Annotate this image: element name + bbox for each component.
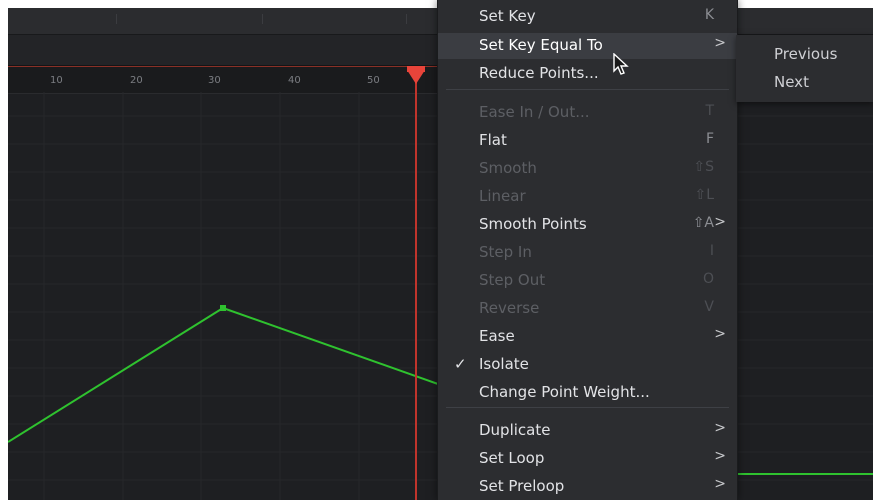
menu-item-label: Set Loop: [479, 449, 545, 467]
menu-item-label: Isolate: [479, 355, 529, 373]
menu-item-duplicate[interactable]: Duplicate >: [438, 418, 737, 444]
menu-item-label: Smooth: [479, 159, 537, 177]
menu-item-flat[interactable]: Flat F: [438, 128, 737, 154]
submenu-arrow-icon: >: [714, 214, 726, 230]
menu-item-set-key[interactable]: Set Key K: [438, 4, 737, 30]
menu-item-label: Smooth Points: [479, 215, 587, 233]
toolbar-divider: [262, 14, 263, 24]
menu-item-shortcut: ⇧A: [692, 215, 714, 231]
menu-item-smooth-points[interactable]: Smooth Points ⇧A >: [438, 212, 737, 238]
context-menu: Set Key K Set Key Equal To > Reduce Points..…: [437, 0, 738, 500]
menu-item-step-in: Step In I: [438, 240, 737, 266]
ruler-tick-label: 20: [130, 75, 143, 86]
submenu-arrow-icon: >: [714, 476, 726, 492]
menu-item-label: Set Preloop: [479, 477, 565, 495]
menu-item-set-preloop[interactable]: Set Preloop >: [438, 474, 737, 500]
submenu-arrow-icon: >: [714, 448, 726, 464]
menu-item-shortcut: K: [704, 7, 714, 23]
submenu-arrow-icon: >: [714, 420, 726, 436]
menu-separator: [446, 89, 729, 90]
toolbar-divider: [116, 14, 117, 24]
spline-curve[interactable]: [8, 306, 439, 443]
submenu-item-next[interactable]: Next: [774, 73, 809, 91]
menu-item-isolate[interactable]: ✓ Isolate: [438, 352, 737, 378]
menu-item-label: Step Out: [479, 271, 546, 289]
menu-item-shortcut: O: [702, 271, 714, 287]
ruler-tick-label: 40: [288, 75, 301, 86]
menu-item-change-point-weight[interactable]: Change Point Weight...: [438, 380, 737, 406]
menu-item-label: Reverse: [479, 299, 540, 317]
toolbar-divider: [406, 14, 407, 24]
menu-item-shortcut: T: [705, 103, 714, 119]
menu-item-ease[interactable]: Ease >: [438, 324, 737, 350]
menu-item-reverse: Reverse V: [438, 296, 737, 322]
menu-item-label: Flat: [479, 131, 507, 149]
menu-item-step-out: Step Out O: [438, 268, 737, 294]
menu-item-set-key-equal-to[interactable]: Set Key Equal To >: [438, 33, 737, 59]
playhead-marker[interactable]: [407, 70, 425, 84]
ruler-tick-label: 50: [367, 75, 380, 86]
menu-item-label: Set Key Equal To: [479, 36, 603, 54]
submenu-arrow-icon: >: [714, 35, 726, 51]
ruler-tick-label: 30: [208, 75, 221, 86]
menu-item-label: Set Key: [479, 7, 536, 25]
menu-separator: [446, 407, 729, 408]
menu-item-label: Change Point Weight...: [479, 383, 650, 401]
menu-item-shortcut: ⇧L: [694, 187, 714, 203]
ruler-tick-label: 10: [50, 75, 63, 86]
menu-item-label: Step In: [479, 243, 532, 261]
menu-item-shortcut: V: [704, 299, 714, 315]
menu-item-reduce-points[interactable]: Reduce Points...: [438, 61, 737, 87]
menu-item-shortcut: F: [705, 131, 714, 147]
menu-item-smooth: Smooth ⇧S: [438, 156, 737, 182]
menu-item-shortcut: ⇧S: [693, 159, 714, 175]
submenu-item-previous[interactable]: Previous: [774, 45, 837, 63]
menu-item-label: Linear: [479, 187, 526, 205]
mouse-cursor-icon: [613, 53, 629, 75]
menu-item-set-loop[interactable]: Set Loop >: [438, 446, 737, 472]
menu-item-label: Ease In / Out...: [479, 103, 590, 121]
menu-item-ease-in-out: Ease In / Out... T: [438, 100, 737, 126]
menu-item-label: Reduce Points...: [479, 64, 599, 82]
menu-item-label: Ease: [479, 327, 515, 345]
menu-item-shortcut: I: [709, 243, 714, 259]
keyframe-point[interactable]: [220, 305, 226, 311]
checkmark-icon: ✓: [454, 355, 467, 373]
menu-item-linear: Linear ⇧L: [438, 184, 737, 210]
set-key-equal-to-submenu: Previous Next: [736, 35, 873, 102]
menu-item-label: Duplicate: [479, 421, 551, 439]
playhead-line: [415, 76, 417, 500]
submenu-arrow-icon: >: [714, 326, 726, 342]
